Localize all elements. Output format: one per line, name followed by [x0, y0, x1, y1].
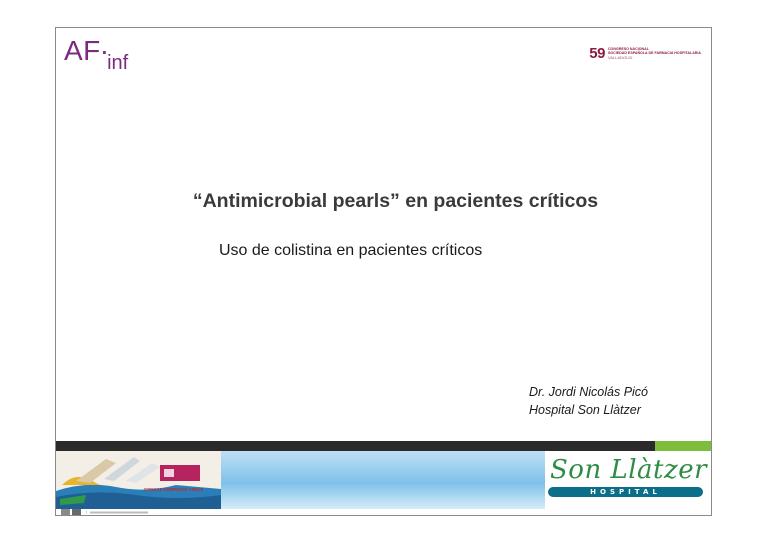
- afinf-logo: AF·inf: [64, 35, 128, 74]
- slide: AF·inf 59 CONGRESO NACIONAL SOCIEDAD ESP…: [55, 27, 712, 516]
- congress-city: VALLADOLID: [607, 54, 633, 60]
- footer-footnote: |: [61, 509, 148, 515]
- divider-arrow-icon: [647, 441, 655, 451]
- footer-mini-separator-icon: |: [86, 510, 87, 514]
- author-name: Dr. Jordi Nicolás Picó: [529, 385, 649, 399]
- slide-title: “Antimicrobial pearls” en pacientes crít…: [192, 190, 599, 212]
- hospital-logo-bar: HOSPITAL: [548, 487, 703, 497]
- banner-slogan: CONOCE·COMPARTE·CRECE: [144, 487, 204, 492]
- valladolid-banner-illustration: [56, 451, 221, 509]
- congress-banner-image: CONOCE·COMPARTE·CRECE: [56, 451, 221, 509]
- slide-subtitle: Uso de colistina en pacientes críticos: [219, 242, 483, 259]
- footer-mini-logos-icon: [61, 509, 81, 515]
- congress-logo: 59 CONGRESO NACIONAL SOCIEDAD ESPAÑOLA D…: [589, 46, 701, 61]
- author-hospital: Hospital Son Llàtzer: [529, 403, 641, 417]
- author-block: Dr. Jordi Nicolás Picó Hospital Son Llàt…: [529, 383, 648, 419]
- divider-dark-bar: [56, 441, 656, 451]
- hospital-logo: Son Llàtzer HOSPITAL: [545, 451, 711, 509]
- footer-mini-text-line-icon: [89, 511, 148, 513]
- afinf-logo-main: AF: [64, 35, 101, 66]
- footer-blue-gradient: [221, 451, 545, 509]
- footer: CONOCE·COMPARTE·CRECE Son Llàtzer HOSPIT…: [56, 451, 711, 515]
- congress-number: 59: [589, 45, 605, 62]
- hospital-logo-text: Son Llàtzer: [550, 455, 708, 485]
- afinf-logo-sub: inf: [107, 52, 129, 74]
- divider-green-bar: [655, 441, 711, 451]
- congress-text: CONGRESO NACIONAL SOCIEDAD ESPAÑOLA DE F…: [608, 47, 701, 60]
